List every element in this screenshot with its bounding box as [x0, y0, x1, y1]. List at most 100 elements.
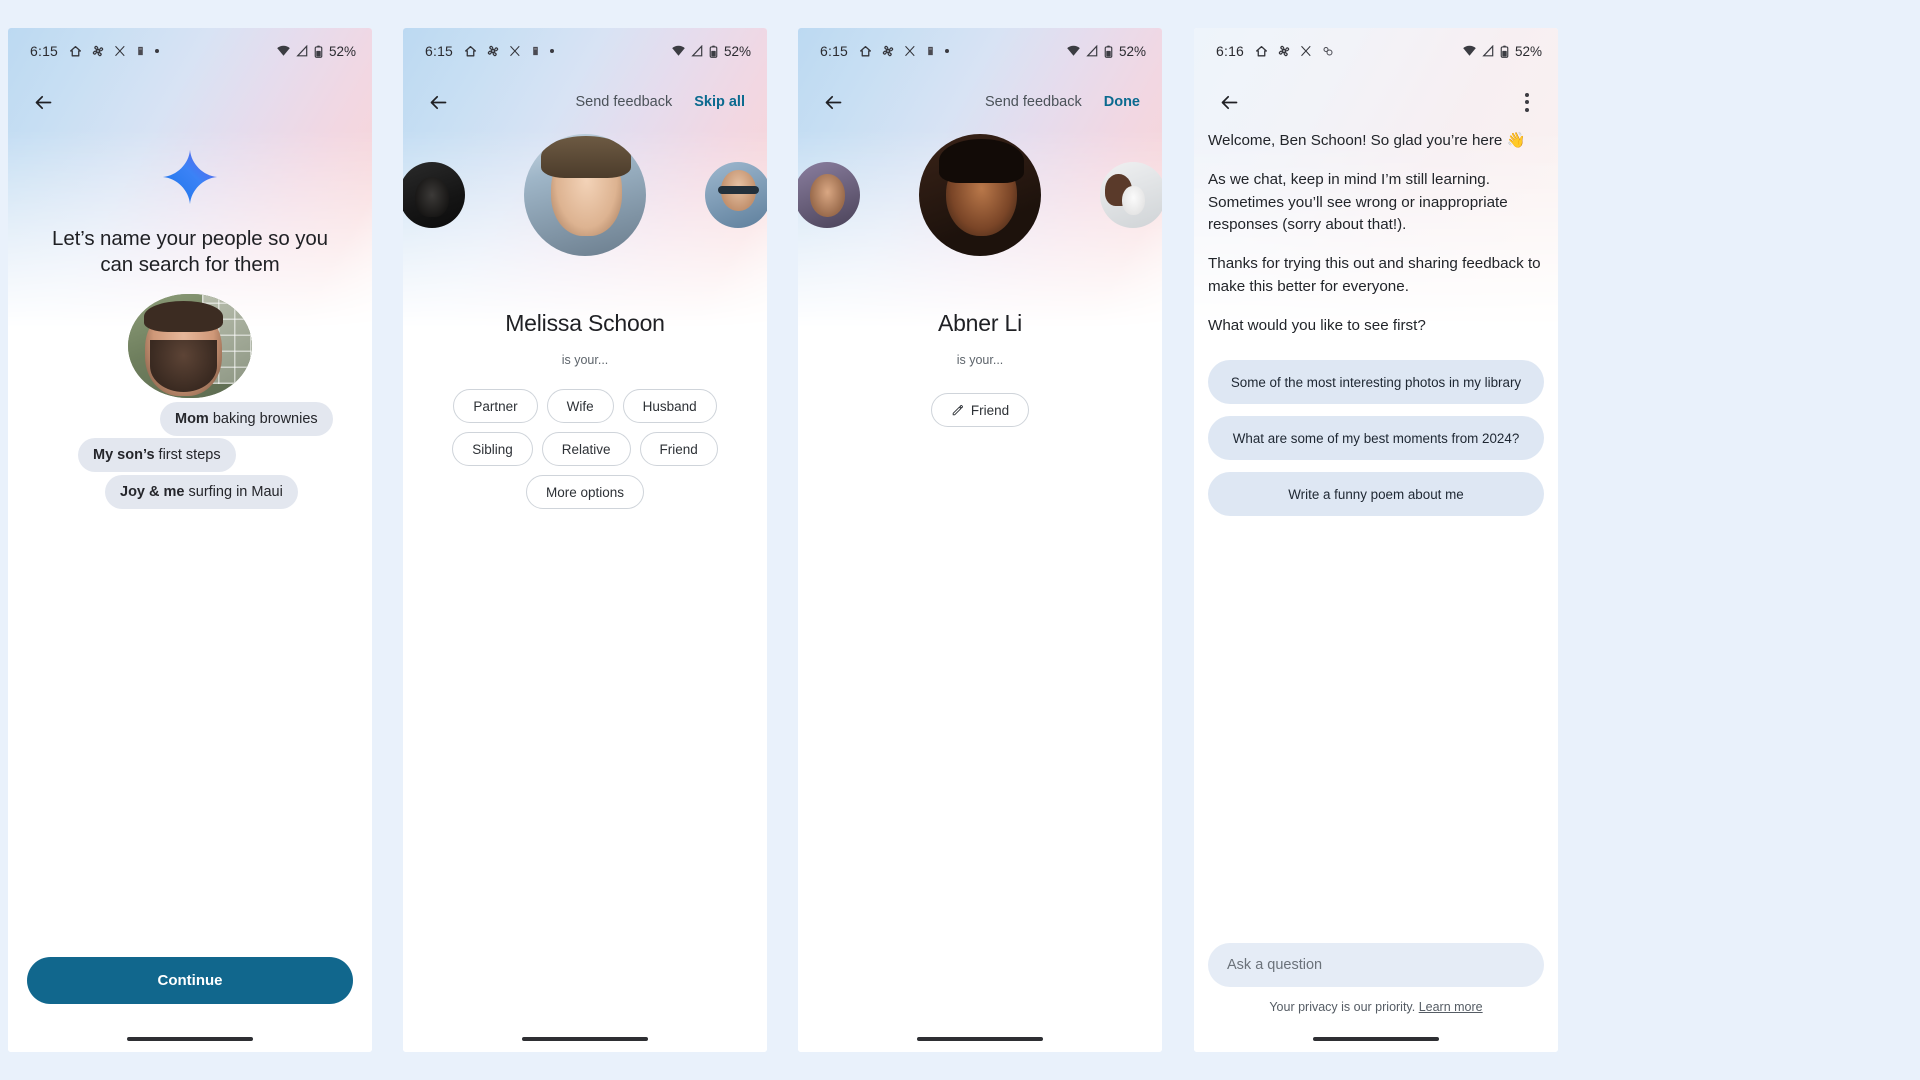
- suggestion-interesting-photos[interactable]: Some of the most interesting photos in m…: [1208, 360, 1544, 405]
- app-bar: Send feedback Done: [798, 74, 1162, 130]
- app-bar: [8, 74, 372, 130]
- person-name: Abner Li: [937, 310, 1023, 336]
- app-icon: [530, 45, 541, 57]
- battery-percent: 52%: [328, 43, 356, 59]
- screen-body: Melissa Schoon is your... Partner Wife H…: [403, 130, 767, 1026]
- battery-icon: [709, 45, 718, 58]
- home-icon: [69, 45, 82, 58]
- pinwheel-icon: [91, 44, 105, 58]
- gesture-bar[interactable]: [8, 1026, 372, 1052]
- example-bubble-3-rest: surfing in Maui: [184, 484, 283, 501]
- person-photo: [128, 294, 252, 399]
- back-arrow-icon[interactable]: [421, 85, 455, 119]
- x-icon: [904, 45, 916, 57]
- status-notification-icons: [69, 44, 160, 58]
- status-notification-icons: [859, 44, 950, 58]
- status-time: 6:15: [820, 43, 849, 59]
- chip-friend-label: Friend: [970, 402, 1010, 418]
- example-bubble-1: Mom baking brownies: [160, 402, 333, 437]
- is-your-label: is your...: [956, 353, 1004, 367]
- chip-relative[interactable]: Relative: [541, 432, 631, 466]
- gesture-bar[interactable]: [403, 1026, 767, 1052]
- phone-screen-melissa: 6:15 52% Send feedback Skip all Melissa …: [403, 28, 767, 1052]
- privacy-learn-more-link[interactable]: Learn more: [1419, 1000, 1483, 1014]
- signal-icon: [691, 45, 704, 57]
- app-icon: [1321, 45, 1334, 57]
- phone-screen-name-people: 6:15 52% Let’s name your people so you c…: [8, 28, 372, 1052]
- wifi-icon: [671, 45, 686, 57]
- home-icon: [464, 45, 477, 58]
- skip-all-button[interactable]: Skip all: [686, 88, 753, 116]
- welcome-paragraph-2: As we chat, keep in mind I’m still learn…: [1208, 171, 1508, 234]
- gesture-bar[interactable]: [1194, 1026, 1558, 1052]
- suggestion-best-moments-2024[interactable]: What are some of my best moments from 20…: [1208, 416, 1544, 461]
- chip-friend[interactable]: Friend: [639, 432, 718, 466]
- privacy-text: Your privacy is our priority.: [1269, 1000, 1419, 1014]
- pinwheel-icon: [881, 44, 895, 58]
- status-system-icons: 52%: [1066, 44, 1146, 59]
- status-time: 6:15: [425, 43, 454, 59]
- carousel-face-prev[interactable]: [798, 162, 860, 228]
- welcome-paragraph-1: Welcome, Ben Schoon! So glad you’re here…: [1208, 132, 1526, 149]
- ask-question-input[interactable]: [1208, 943, 1544, 987]
- x-icon: [114, 45, 126, 57]
- phone-screen-ask-photos: 6:16 52% Welcome, Ben Schoon! So glad yo…: [1194, 28, 1558, 1052]
- status-bar: 6:15 52%: [403, 28, 767, 74]
- chip-partner[interactable]: Partner: [453, 389, 538, 423]
- carousel-face-current[interactable]: [524, 134, 646, 256]
- chip-more-options[interactable]: More options: [525, 475, 645, 509]
- gesture-bar[interactable]: [798, 1026, 1162, 1052]
- back-arrow-icon[interactable]: [816, 85, 850, 119]
- example-bubble-3: Joy & me surfing in Maui: [105, 475, 298, 510]
- person-name: Melissa Schoon: [505, 310, 665, 336]
- chip-wife[interactable]: Wife: [546, 389, 614, 423]
- x-icon: [509, 45, 521, 57]
- carousel-face-prev[interactable]: [403, 162, 465, 228]
- back-arrow-icon[interactable]: [1212, 85, 1246, 119]
- status-system-icons: 52%: [671, 44, 751, 59]
- phone-screen-abner: 6:15 52% Send feedback Done Abner Li is …: [798, 28, 1162, 1052]
- carousel-face-current[interactable]: [919, 134, 1041, 256]
- gemini-sparkle-icon: [161, 148, 219, 206]
- chip-husband[interactable]: Husband: [622, 389, 717, 423]
- suggestion-funny-poem[interactable]: Write a funny poem about me: [1208, 472, 1544, 517]
- signal-icon: [1482, 45, 1495, 57]
- face-carousel: [403, 134, 767, 284]
- page-title: Let’s name your people so you can search…: [52, 227, 328, 277]
- screenshot-canvas: 6:15 52% Let’s name your people so you c…: [0, 0, 1920, 1080]
- battery-icon: [1104, 45, 1113, 58]
- is-your-label: is your...: [561, 353, 609, 367]
- send-feedback-button[interactable]: Send feedback: [567, 88, 680, 116]
- status-system-icons: 52%: [1462, 44, 1542, 59]
- chip-friend-selected[interactable]: Friend: [930, 393, 1030, 427]
- battery-icon: [1500, 45, 1509, 58]
- dot-icon: [155, 49, 160, 53]
- welcome-paragraph-4: What would you like to see first?: [1208, 317, 1426, 335]
- continue-button[interactable]: Continue: [27, 957, 353, 1004]
- carousel-face-next[interactable]: [705, 162, 767, 228]
- pencil-icon: [951, 404, 964, 417]
- battery-icon: [314, 45, 323, 58]
- status-notification-icons: [1255, 44, 1334, 58]
- back-arrow-icon[interactable]: [26, 85, 60, 119]
- wifi-icon: [1462, 45, 1477, 57]
- relationship-chips: Partner Wife Husband Sibling Relative Fr…: [403, 389, 767, 509]
- x-icon: [1300, 45, 1312, 57]
- send-feedback-button[interactable]: Send feedback: [977, 88, 1090, 116]
- home-icon: [859, 45, 872, 58]
- people-illustration: Mom baking brownies My son’s first steps…: [8, 294, 372, 534]
- dot-icon: [550, 49, 555, 53]
- example-bubble-2: My son’s first steps: [78, 438, 236, 473]
- carousel-face-next[interactable]: [1100, 162, 1162, 228]
- wifi-icon: [1066, 45, 1081, 57]
- done-button[interactable]: Done: [1096, 88, 1148, 116]
- composer: Your privacy is our priority. Learn more: [1208, 943, 1544, 1026]
- more-options-icon[interactable]: [1510, 85, 1544, 119]
- footer: Continue: [8, 957, 372, 1026]
- screen-body: Welcome, Ben Schoon! So glad you’re here…: [1194, 130, 1558, 1026]
- chip-sibling[interactable]: Sibling: [452, 432, 533, 466]
- suggestion-list: Some of the most interesting photos in m…: [1208, 360, 1544, 517]
- status-system-icons: 52%: [276, 44, 356, 59]
- app-icon: [925, 45, 936, 57]
- example-bubble-2-rest: first steps: [154, 447, 221, 464]
